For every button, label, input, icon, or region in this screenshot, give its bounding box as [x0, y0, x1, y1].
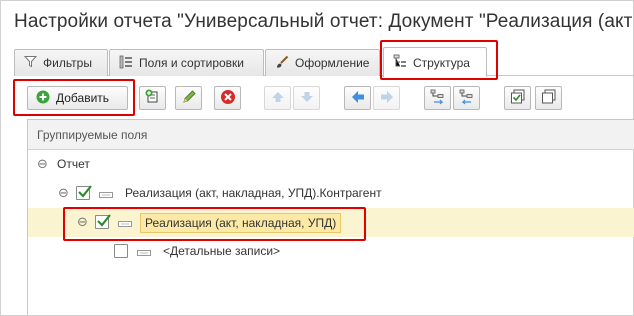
tree-row-label: Отчет — [57, 157, 90, 171]
move-up-button[interactable] — [264, 86, 291, 110]
tree-row-report[interactable]: ⊖ Отчет — [28, 150, 634, 179]
add-grouping-button[interactable] — [139, 86, 166, 110]
tree-row-label: Реализация (акт, накладная, УПД).Контраг… — [125, 186, 382, 200]
funnel-icon — [23, 55, 38, 71]
edit-pencil-icon — [181, 89, 197, 108]
check-all-icon — [510, 89, 526, 108]
grid-header-grouped-fields: Группируемые поля — [28, 120, 634, 150]
uncheck-all-icon — [541, 89, 557, 108]
group-into-icon — [430, 89, 446, 108]
edit-button[interactable] — [175, 86, 202, 110]
tree-row-detail-records[interactable]: <Детальные записи> — [28, 237, 634, 266]
row-checkbox[interactable] — [76, 185, 92, 200]
group-into-button[interactable] — [424, 86, 451, 110]
brush-icon — [275, 55, 289, 72]
delete-button[interactable] — [214, 86, 241, 110]
row-checkbox[interactable] — [114, 244, 128, 258]
tab-fields-sort[interactable]: Поля и сортировки — [109, 49, 264, 76]
uncheck-all-button[interactable] — [535, 86, 562, 110]
check-all-button[interactable] — [504, 86, 531, 110]
tab-filters[interactable]: Фильтры — [14, 49, 108, 76]
add-button-highlight — [13, 79, 135, 116]
tree-row-counterparty[interactable]: ⊖ Реализация (акт, накладная, УПД).Контр… — [28, 179, 634, 208]
structure-tab-highlight — [380, 40, 498, 80]
level-down-icon — [380, 90, 394, 107]
level-down-button[interactable] — [373, 86, 400, 110]
tab-fields-sort-label: Поля и сортировки — [139, 56, 244, 70]
add-grouping-icon — [145, 89, 161, 108]
collapse-icon[interactable]: ⊖ — [37, 156, 48, 172]
field-icon — [99, 189, 113, 199]
move-up-icon — [271, 90, 285, 107]
move-down-icon — [300, 90, 314, 107]
ungroup-icon — [459, 89, 475, 108]
delete-icon — [220, 89, 236, 108]
tab-appearance[interactable]: Оформление — [265, 49, 380, 76]
move-down-button[interactable] — [293, 86, 320, 110]
tab-filters-label: Фильтры — [43, 56, 92, 70]
selected-row-highlight — [63, 207, 366, 241]
tree-row-label: <Детальные записи> — [163, 244, 281, 258]
level-up-button[interactable] — [344, 86, 371, 110]
level-up-icon — [351, 90, 365, 107]
tab-appearance-label: Оформление — [295, 56, 370, 70]
field-icon — [137, 247, 151, 257]
fields-sort-icon — [119, 55, 133, 72]
collapse-icon[interactable]: ⊖ — [58, 185, 69, 201]
window-title: Настройки отчета "Универсальный отчет: Д… — [14, 11, 633, 32]
ungroup-button[interactable] — [453, 86, 480, 110]
